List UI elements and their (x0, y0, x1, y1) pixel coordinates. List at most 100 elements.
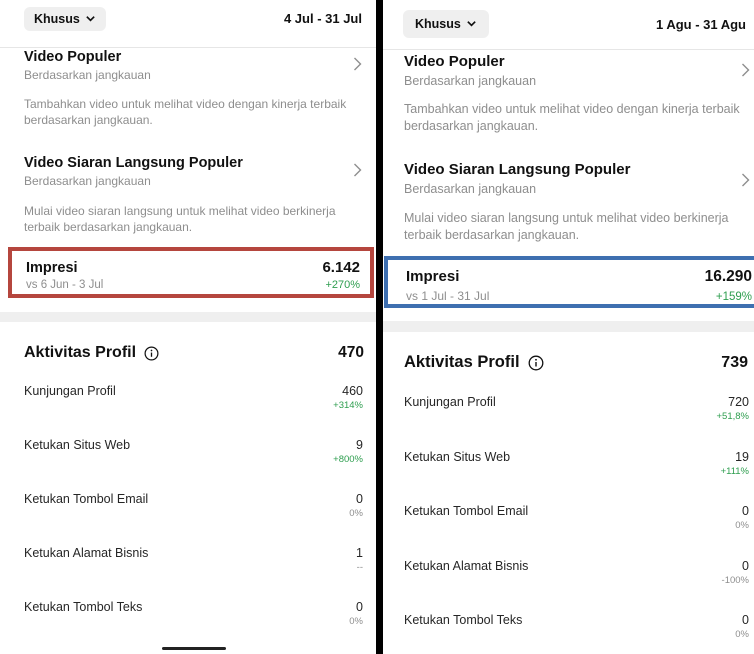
video-populer-subtitle: Berdasarkan jangkauan (404, 74, 537, 88)
metric-row[interactable]: Ketukan Tombol Teks 0 0% (24, 600, 363, 627)
metric-values: 720 +51,8% (717, 395, 750, 422)
metric-delta: -- (356, 562, 363, 573)
chevron-down-icon (467, 21, 476, 27)
section-divider (383, 321, 754, 332)
activity-title: Aktivitas Profil (404, 353, 520, 371)
metric-values: 0 0% (735, 613, 749, 640)
chevron-right-icon (354, 57, 362, 71)
metric-name: Ketukan Tombol Email (404, 504, 529, 518)
chevron-right-icon (742, 63, 750, 77)
metric-values: 0 0% (349, 492, 363, 519)
metric-value: 0 (356, 492, 363, 506)
impresi-value: 16.290 (704, 268, 752, 285)
insights-panel-left: Khusus 4 Jul - 31 Jul Video Populer Berd… (0, 0, 376, 654)
video-populer-title: Video Populer (404, 53, 505, 70)
metric-name: Ketukan Situs Web (404, 449, 511, 464)
impresi-card[interactable]: Impresi 6.142 vs 6 Jun - 3 Jul +270% (8, 247, 374, 298)
activity-title: Aktivitas Profil (24, 344, 137, 361)
metric-name: Ketukan Tombol Email (24, 492, 149, 506)
metric-row[interactable]: Ketukan Situs Web 9 +800% (24, 438, 363, 465)
metric-row[interactable]: Ketukan Alamat Bisnis 0 -100% (404, 559, 749, 586)
chevron-right-icon (354, 163, 362, 177)
live-video-subtitle: Berdasarkan jangkauan (404, 182, 537, 196)
chevron-right-icon (742, 173, 750, 187)
metric-value: 0 (742, 504, 749, 518)
video-populer-subtitle: Berdasarkan jangkauan (24, 68, 151, 82)
metric-name: Ketukan Alamat Bisnis (404, 558, 529, 573)
metric-name: Kunjungan Profil (404, 395, 496, 409)
insights-header: Khusus 4 Jul - 31 Jul (0, 0, 376, 48)
metric-delta: 0% (349, 508, 363, 519)
live-video-title: Video Siaran Langsung Populer (24, 155, 243, 171)
metric-row[interactable]: Ketukan Tombol Email 0 0% (404, 504, 749, 531)
metric-row[interactable]: Kunjungan Profil 460 +314% (24, 384, 363, 411)
video-populer-description: Tambahkan video untuk melihat video deng… (404, 102, 740, 133)
metric-values: 19 +111% (721, 450, 749, 477)
activity-header: Aktivitas Profil 739 (404, 353, 748, 372)
metric-values: 460 +314% (333, 384, 363, 411)
date-filter-button[interactable]: Khusus (403, 9, 489, 38)
filter-label: Khusus (34, 11, 80, 26)
metric-value: 720 (728, 395, 749, 409)
metric-row[interactable]: Ketukan Tombol Email 0 0% (24, 492, 363, 519)
metric-delta: +800% (333, 454, 363, 465)
impresi-compare: vs 1 Jul - 31 Jul (406, 289, 490, 303)
metric-delta: +51,8% (716, 411, 750, 422)
activity-total: 470 (338, 344, 364, 361)
impresi-value: 6.142 (322, 259, 360, 276)
info-icon[interactable] (528, 355, 544, 371)
metric-name: Ketukan Alamat Bisnis (24, 546, 149, 560)
metric-value: 19 (735, 449, 749, 464)
live-video-title: Video Siaran Langsung Populer (404, 161, 631, 178)
live-video-section[interactable]: Video Siaran Langsung Populer Berdasarka… (24, 155, 364, 188)
metric-values: 0 -100% (722, 559, 749, 586)
metric-row[interactable]: Ketukan Tombol Teks 0 0% (404, 613, 749, 640)
metric-row[interactable]: Kunjungan Profil 720 +51,8% (404, 395, 749, 422)
metric-value: 460 (342, 384, 363, 398)
date-range-label: 1 Agu - 31 Agu (655, 17, 746, 32)
activity-header: Aktivitas Profil 470 (24, 344, 364, 362)
date-range-label: 4 Jul - 31 Jul (283, 11, 362, 26)
metric-delta: -100% (721, 574, 749, 586)
metric-value: 0 (742, 613, 749, 627)
video-populer-title: Video Populer (24, 49, 122, 65)
section-divider (0, 312, 376, 322)
impresi-card[interactable]: Impresi 16.290 vs 1 Jul - 31 Jul +159% (384, 256, 754, 308)
impresi-compare: vs 6 Jun - 3 Jul (26, 279, 104, 291)
metric-value: 9 (356, 438, 363, 452)
metric-values: 0 0% (735, 504, 749, 531)
impresi-label: Impresi (26, 260, 78, 276)
impresi-label: Impresi (406, 268, 460, 285)
metric-row[interactable]: Ketukan Alamat Bisnis 1 -- (24, 546, 363, 573)
insights-header: Khusus 1 Agu - 31 Agu (383, 0, 754, 50)
date-filter-button[interactable]: Khusus (24, 6, 106, 31)
video-populer-section[interactable]: Video Populer Berdasarkan jangkauan (404, 53, 750, 88)
metric-name: Ketukan Situs Web (24, 438, 131, 452)
home-indicator (162, 647, 226, 650)
video-populer-section[interactable]: Video Populer Berdasarkan jangkauan (24, 49, 364, 82)
live-video-section[interactable]: Video Siaran Langsung Populer Berdasarka… (404, 161, 750, 196)
metric-name: Kunjungan Profil (24, 384, 116, 398)
metric-name: Ketukan Tombol Teks (24, 600, 143, 614)
metric-delta: 0% (735, 520, 749, 531)
activity-total: 739 (721, 353, 748, 371)
impresi-change: +270% (325, 279, 360, 291)
metric-value: 0 (356, 600, 363, 614)
metric-row[interactable]: Ketukan Situs Web 19 +111% (404, 450, 749, 477)
metric-delta: +314% (333, 400, 363, 411)
impresi-change: +159% (715, 291, 752, 303)
metric-delta: 0% (349, 616, 363, 627)
metric-values: 9 +800% (333, 438, 363, 465)
metric-delta: 0% (735, 629, 749, 640)
metric-values: 0 0% (349, 600, 363, 627)
metric-values: 1 -- (356, 546, 363, 573)
chevron-down-icon (86, 16, 95, 22)
live-video-description: Mulai video siaran langsung untuk meliha… (404, 211, 729, 242)
filter-label: Khusus (415, 16, 461, 31)
metric-value: 0 (742, 558, 749, 573)
metric-value: 1 (356, 546, 363, 560)
metric-delta: +111% (720, 465, 749, 477)
live-video-description: Mulai video siaran langsung untuk meliha… (24, 204, 336, 235)
video-populer-description: Tambahkan video untuk melihat video deng… (24, 97, 347, 128)
info-icon[interactable] (144, 346, 159, 361)
